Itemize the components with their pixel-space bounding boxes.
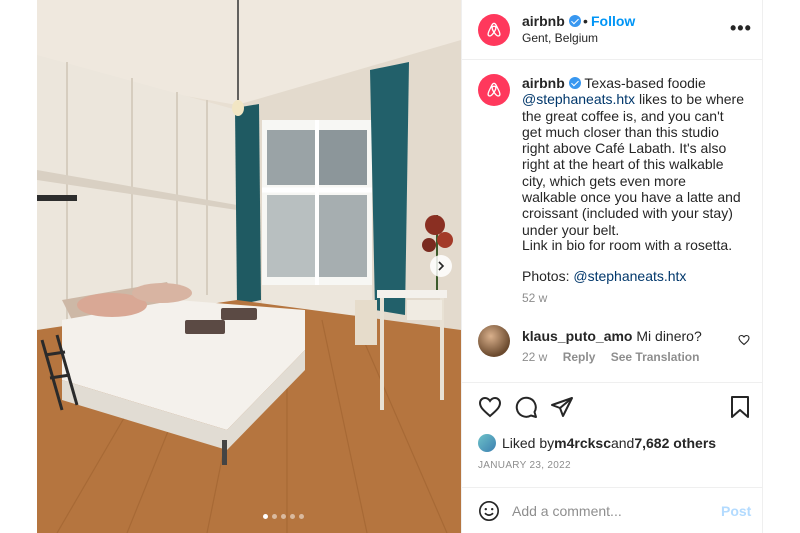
caption-avatar[interactable] xyxy=(478,74,510,106)
follow-button[interactable]: Follow xyxy=(591,13,635,29)
header-separator: • xyxy=(583,13,588,29)
comment-icon xyxy=(515,396,537,418)
more-options-icon[interactable]: ••• xyxy=(730,18,752,39)
save-icon xyxy=(731,396,749,418)
post-photo[interactable] xyxy=(37,0,461,533)
airbnb-logo-icon xyxy=(487,82,501,97)
caption-photo-credit: Photos: @stephaneats.htx xyxy=(522,268,686,284)
likes-summary[interactable]: Liked by m4rcksc and 7,682 others xyxy=(478,434,716,452)
carousel-dot-4 xyxy=(290,514,295,519)
commenter-avatar[interactable] xyxy=(478,325,510,357)
save-button[interactable] xyxy=(728,395,752,424)
like-button[interactable] xyxy=(478,395,502,424)
comment-like-button[interactable] xyxy=(738,333,750,351)
carousel-dot-2 xyxy=(272,514,277,519)
caption-text-1: Texas-based foodie xyxy=(580,75,706,91)
caption-paragraph-2: Link in bio for room with a rosetta. xyxy=(522,237,733,253)
username-text[interactable]: airbnb xyxy=(522,13,565,29)
comment-time[interactable]: 22 w xyxy=(522,350,547,364)
carousel-dot-5 xyxy=(299,514,304,519)
photo-credit-mention[interactable]: @stephaneats.htx xyxy=(573,268,686,284)
emoji-button[interactable] xyxy=(478,500,500,527)
emoji-icon xyxy=(479,501,499,521)
share-icon xyxy=(551,397,573,417)
comment-meta: 22 w Reply See Translation xyxy=(522,350,711,364)
location-link[interactable]: Gent, Belgium xyxy=(522,31,598,45)
liker-username[interactable]: m4rcksc xyxy=(554,435,611,451)
caption-timestamp[interactable]: 52 w xyxy=(522,291,547,305)
account-username[interactable]: airbnb xyxy=(522,13,581,29)
account-avatar[interactable] xyxy=(478,14,510,46)
verified-badge-icon xyxy=(568,77,581,89)
verified-badge-icon xyxy=(568,15,581,27)
share-button[interactable] xyxy=(550,395,574,424)
commenter-username[interactable]: klaus_puto_amo xyxy=(522,328,632,344)
comment-bar: Post xyxy=(462,487,762,533)
likes-prefix: Liked by xyxy=(502,435,555,451)
post-date: JANUARY 23, 2022 xyxy=(478,460,571,471)
heart-icon xyxy=(738,334,750,346)
carousel-dot-1 xyxy=(263,514,268,519)
likes-and: and xyxy=(610,435,635,451)
caption-text-2: likes to be where the great coffee is, a… xyxy=(522,91,745,238)
comment-text: klaus_puto_amo Mi dinero? xyxy=(522,328,702,344)
comment-button[interactable] xyxy=(514,395,538,424)
post-header: airbnb • Follow Gent, Belgium ••• xyxy=(462,0,762,60)
carousel-next-button[interactable] xyxy=(430,255,452,277)
post-details-panel: airbnb • Follow Gent, Belgium ••• airbnb… xyxy=(461,0,763,533)
heart-icon xyxy=(478,396,502,418)
comment-input[interactable] xyxy=(512,500,712,522)
caption-username[interactable]: airbnb xyxy=(522,75,565,91)
airbnb-logo-icon xyxy=(487,22,501,37)
carousel-indicator xyxy=(263,514,304,519)
post-caption: airbnb Texas-based foodie @stephaneats.h… xyxy=(522,75,744,238)
chevron-right-icon xyxy=(438,261,445,271)
photo-credit-prefix: Photos: xyxy=(522,268,574,284)
likes-others[interactable]: 7,682 others xyxy=(634,435,716,451)
caption-mention[interactable]: @stephaneats.htx xyxy=(522,91,635,107)
post-comment-button[interactable]: Post xyxy=(721,503,751,519)
carousel-dot-3 xyxy=(281,514,286,519)
see-translation-button[interactable]: See Translation xyxy=(611,350,700,364)
comment-body: Mi dinero? xyxy=(632,328,702,344)
action-bar xyxy=(462,382,762,432)
bedroom-photo-illustration xyxy=(37,0,461,533)
liker-avatar xyxy=(478,434,496,452)
reply-button[interactable]: Reply xyxy=(563,350,596,364)
